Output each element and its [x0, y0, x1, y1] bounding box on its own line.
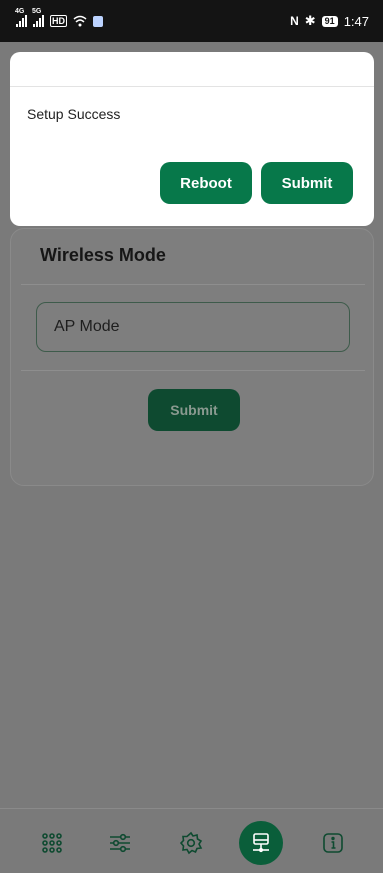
battery-icon: 91 [321, 15, 338, 27]
divider [21, 370, 365, 371]
grid-icon [42, 833, 62, 853]
divider [21, 284, 365, 285]
signal-4g-icon: 4G [15, 8, 27, 27]
status-bar: 4G 5G HD N ✱ 91 1:47 [0, 0, 383, 42]
dialog-submit-button[interactable]: Submit [261, 162, 353, 204]
dialog-message: Setup Success [27, 106, 121, 122]
wireless-mode-card: Wireless Mode AP Mode Submit [10, 228, 374, 486]
app-notification-icon [93, 15, 103, 27]
status-left: 4G 5G HD [15, 8, 103, 27]
nav-settings[interactable] [169, 821, 213, 865]
network-icon [253, 833, 269, 853]
nav-settings-sliders[interactable] [98, 821, 142, 865]
dialog-divider [10, 86, 374, 87]
signal-5g-icon: 5G [32, 8, 44, 27]
clock: 1:47 [343, 13, 369, 29]
nav-info[interactable] [311, 821, 355, 865]
card-title: Wireless Mode [40, 245, 166, 265]
bluetooth-icon: ✱ [304, 13, 316, 28]
sliders-icon [110, 833, 130, 853]
network-tag-4g: 4G [15, 8, 25, 15]
wireless-mode-select[interactable]: AP Mode [36, 302, 350, 352]
network-tag-5g: 5G [32, 8, 42, 15]
wifi-icon [73, 15, 87, 27]
hd-icon: HD [50, 15, 67, 27]
gear-icon [179, 831, 203, 855]
card-submit-button[interactable]: Submit [148, 389, 240, 431]
nav-dashboard[interactable] [30, 821, 74, 865]
nav-network[interactable] [239, 821, 283, 865]
status-right: N ✱ 91 1:47 [290, 13, 369, 29]
info-icon [323, 833, 343, 853]
nfc-icon: N [290, 14, 299, 28]
bottom-nav [0, 808, 383, 873]
setup-success-dialog: Setup Success Reboot Submit [10, 52, 374, 226]
reboot-button[interactable]: Reboot [160, 162, 252, 204]
